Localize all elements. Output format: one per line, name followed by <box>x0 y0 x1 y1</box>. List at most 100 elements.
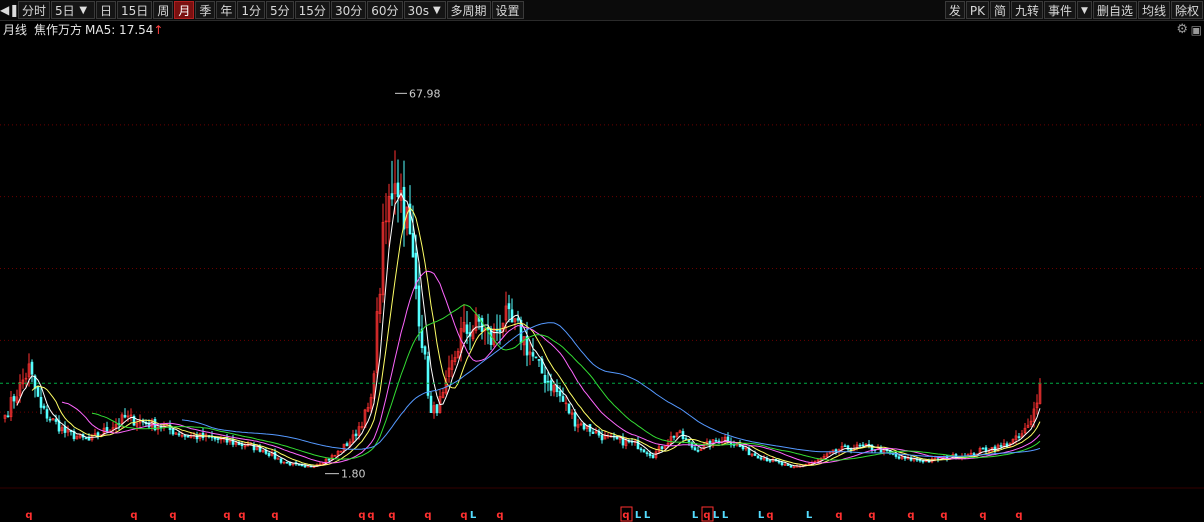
candle-body <box>186 435 190 438</box>
signal-mark-q: q <box>868 510 875 521</box>
tab-30min[interactable]: 30分 <box>330 1 367 19</box>
tab-yearly[interactable]: 年 <box>216 1 237 19</box>
signal-mark-q: q <box>703 510 710 521</box>
tab-60min[interactable]: 60分 <box>367 1 403 19</box>
signal-mark-L: L <box>758 510 765 521</box>
candle-body <box>423 346 427 355</box>
up-arrow-icon: ↑ <box>153 23 164 37</box>
candle-body <box>753 453 757 456</box>
candle-body <box>858 444 862 447</box>
high-price-label: 67.98 <box>409 87 441 100</box>
tab-15day[interactable]: 15日 <box>117 1 153 19</box>
tab-daily[interactable]: 日 <box>96 1 117 19</box>
candle-body <box>639 448 643 451</box>
candle-body <box>87 437 91 441</box>
events-button[interactable]: 事件 <box>1044 1 1077 19</box>
candle-body <box>648 453 652 456</box>
signal-mark-L: L <box>806 510 813 521</box>
signal-mark-q: q <box>223 510 230 521</box>
candle-body <box>465 324 469 334</box>
candle-body <box>684 438 688 440</box>
candle-body <box>63 426 67 433</box>
triangle-down-icon: ▼ <box>433 5 441 16</box>
settings-button[interactable]: 设置 <box>491 1 524 19</box>
candle-body <box>588 424 592 432</box>
candle-body <box>981 447 985 450</box>
candle-body <box>759 457 763 460</box>
candle-body <box>216 438 220 441</box>
signal-mark-q: q <box>1015 510 1022 521</box>
signal-mark-q: q <box>367 510 374 521</box>
candle-body <box>834 449 838 452</box>
signal-mark-q: q <box>907 510 914 521</box>
candle-body <box>561 396 565 402</box>
ex-rights-button[interactable]: 除权 <box>1170 1 1203 19</box>
tab-monthly[interactable]: 月 <box>174 1 195 19</box>
remove-watchlist-button[interactable]: 删自选 <box>1092 1 1137 19</box>
candle-body <box>276 458 280 460</box>
candle-body <box>660 446 664 450</box>
candle-body <box>396 182 400 198</box>
candle-body <box>45 409 49 419</box>
tab-weekly[interactable]: 周 <box>153 1 174 19</box>
signal-mark-q: q <box>424 510 431 521</box>
expand-icon[interactable]: ▣ <box>1191 21 1202 39</box>
candle-body <box>591 431 595 434</box>
candle-body <box>843 445 847 448</box>
tab-30s[interactable]: 30s ▼ <box>403 1 446 19</box>
tab-15min[interactable]: 15分 <box>294 1 330 19</box>
pk-button[interactable]: PK <box>965 1 989 19</box>
tab-5min[interactable]: 5分 <box>266 1 294 19</box>
candle-body <box>345 443 349 446</box>
candle-body <box>12 396 16 402</box>
signal-mark-L: L <box>722 510 729 521</box>
signal-mark-q: q <box>130 510 137 521</box>
chart-info-bar: 月线 焦作万方 MA5: 17.54↑ ⚙ ▣ <box>0 21 1204 39</box>
tab-quarterly[interactable]: 季 <box>195 1 216 19</box>
signal-mark-q: q <box>766 510 773 521</box>
ma-lines-button[interactable]: 均线 <box>1137 1 1170 19</box>
tab-5day-label: 5日 <box>55 4 75 18</box>
candle-body <box>600 435 604 441</box>
tool-toolbar-right: 发 PK 简 九转 事件 ▼ 删自选 均线 除权 <box>944 0 1204 20</box>
signal-mark-q: q <box>25 510 32 521</box>
candle-body <box>39 396 43 408</box>
sidebar-toggle-icon[interactable]: ◀❚ <box>0 3 19 17</box>
candle-body <box>354 433 358 437</box>
gear-icon[interactable]: ⚙ <box>1176 21 1188 39</box>
stock-name: 焦作万方 <box>34 23 83 37</box>
candle-body <box>642 449 646 453</box>
signal-mark-q: q <box>622 510 629 521</box>
candle-body <box>672 435 676 438</box>
candle-body <box>537 359 541 361</box>
period-toolbar-left: ◀❚ 分时 5日 ▼ 日 15日 周 月 季 年 1分 5分 15分 30分 60… <box>0 0 525 20</box>
send-button[interactable]: 发 <box>944 1 965 19</box>
candle-body <box>786 464 790 466</box>
simple-button[interactable]: 简 <box>989 1 1010 19</box>
tab-multi-period[interactable]: 多周期 <box>446 1 491 19</box>
tab-intraday[interactable]: 分时 <box>18 1 51 19</box>
candle-body <box>273 451 277 459</box>
candle-body <box>267 453 271 456</box>
period-toolbar: ◀❚ 分时 5日 ▼ 日 15日 周 月 季 年 1分 5分 15分 30分 60… <box>0 0 1204 21</box>
candle-body <box>645 452 649 455</box>
nine-turn-button[interactable]: 九转 <box>1011 1 1044 19</box>
candle-body <box>105 427 109 432</box>
candle-body <box>171 429 175 435</box>
candlestick-chart[interactable]: 67.981.80q q q q q q q q q q q Lq q L L Lq L L Lq Lq q q q q q <box>0 39 1204 522</box>
candle-body <box>84 437 88 440</box>
candle-body <box>789 465 793 468</box>
signal-mark-L: L <box>644 510 651 521</box>
tab-1min[interactable]: 1分 <box>237 1 266 19</box>
tab-5day[interactable]: 5日 ▼ <box>51 1 96 19</box>
candle-body <box>999 445 1003 447</box>
ma5-readout: MA5: 17.54↑ <box>85 21 163 39</box>
candle-body <box>279 458 283 463</box>
events-dropdown-icon[interactable]: ▼ <box>1077 1 1092 19</box>
candle-body <box>123 414 127 418</box>
candle-body <box>429 395 433 414</box>
candle-body <box>894 453 898 457</box>
triangle-down-icon: ▼ <box>79 5 88 16</box>
signal-mark-q: q <box>979 510 986 521</box>
candle-body <box>543 374 547 384</box>
